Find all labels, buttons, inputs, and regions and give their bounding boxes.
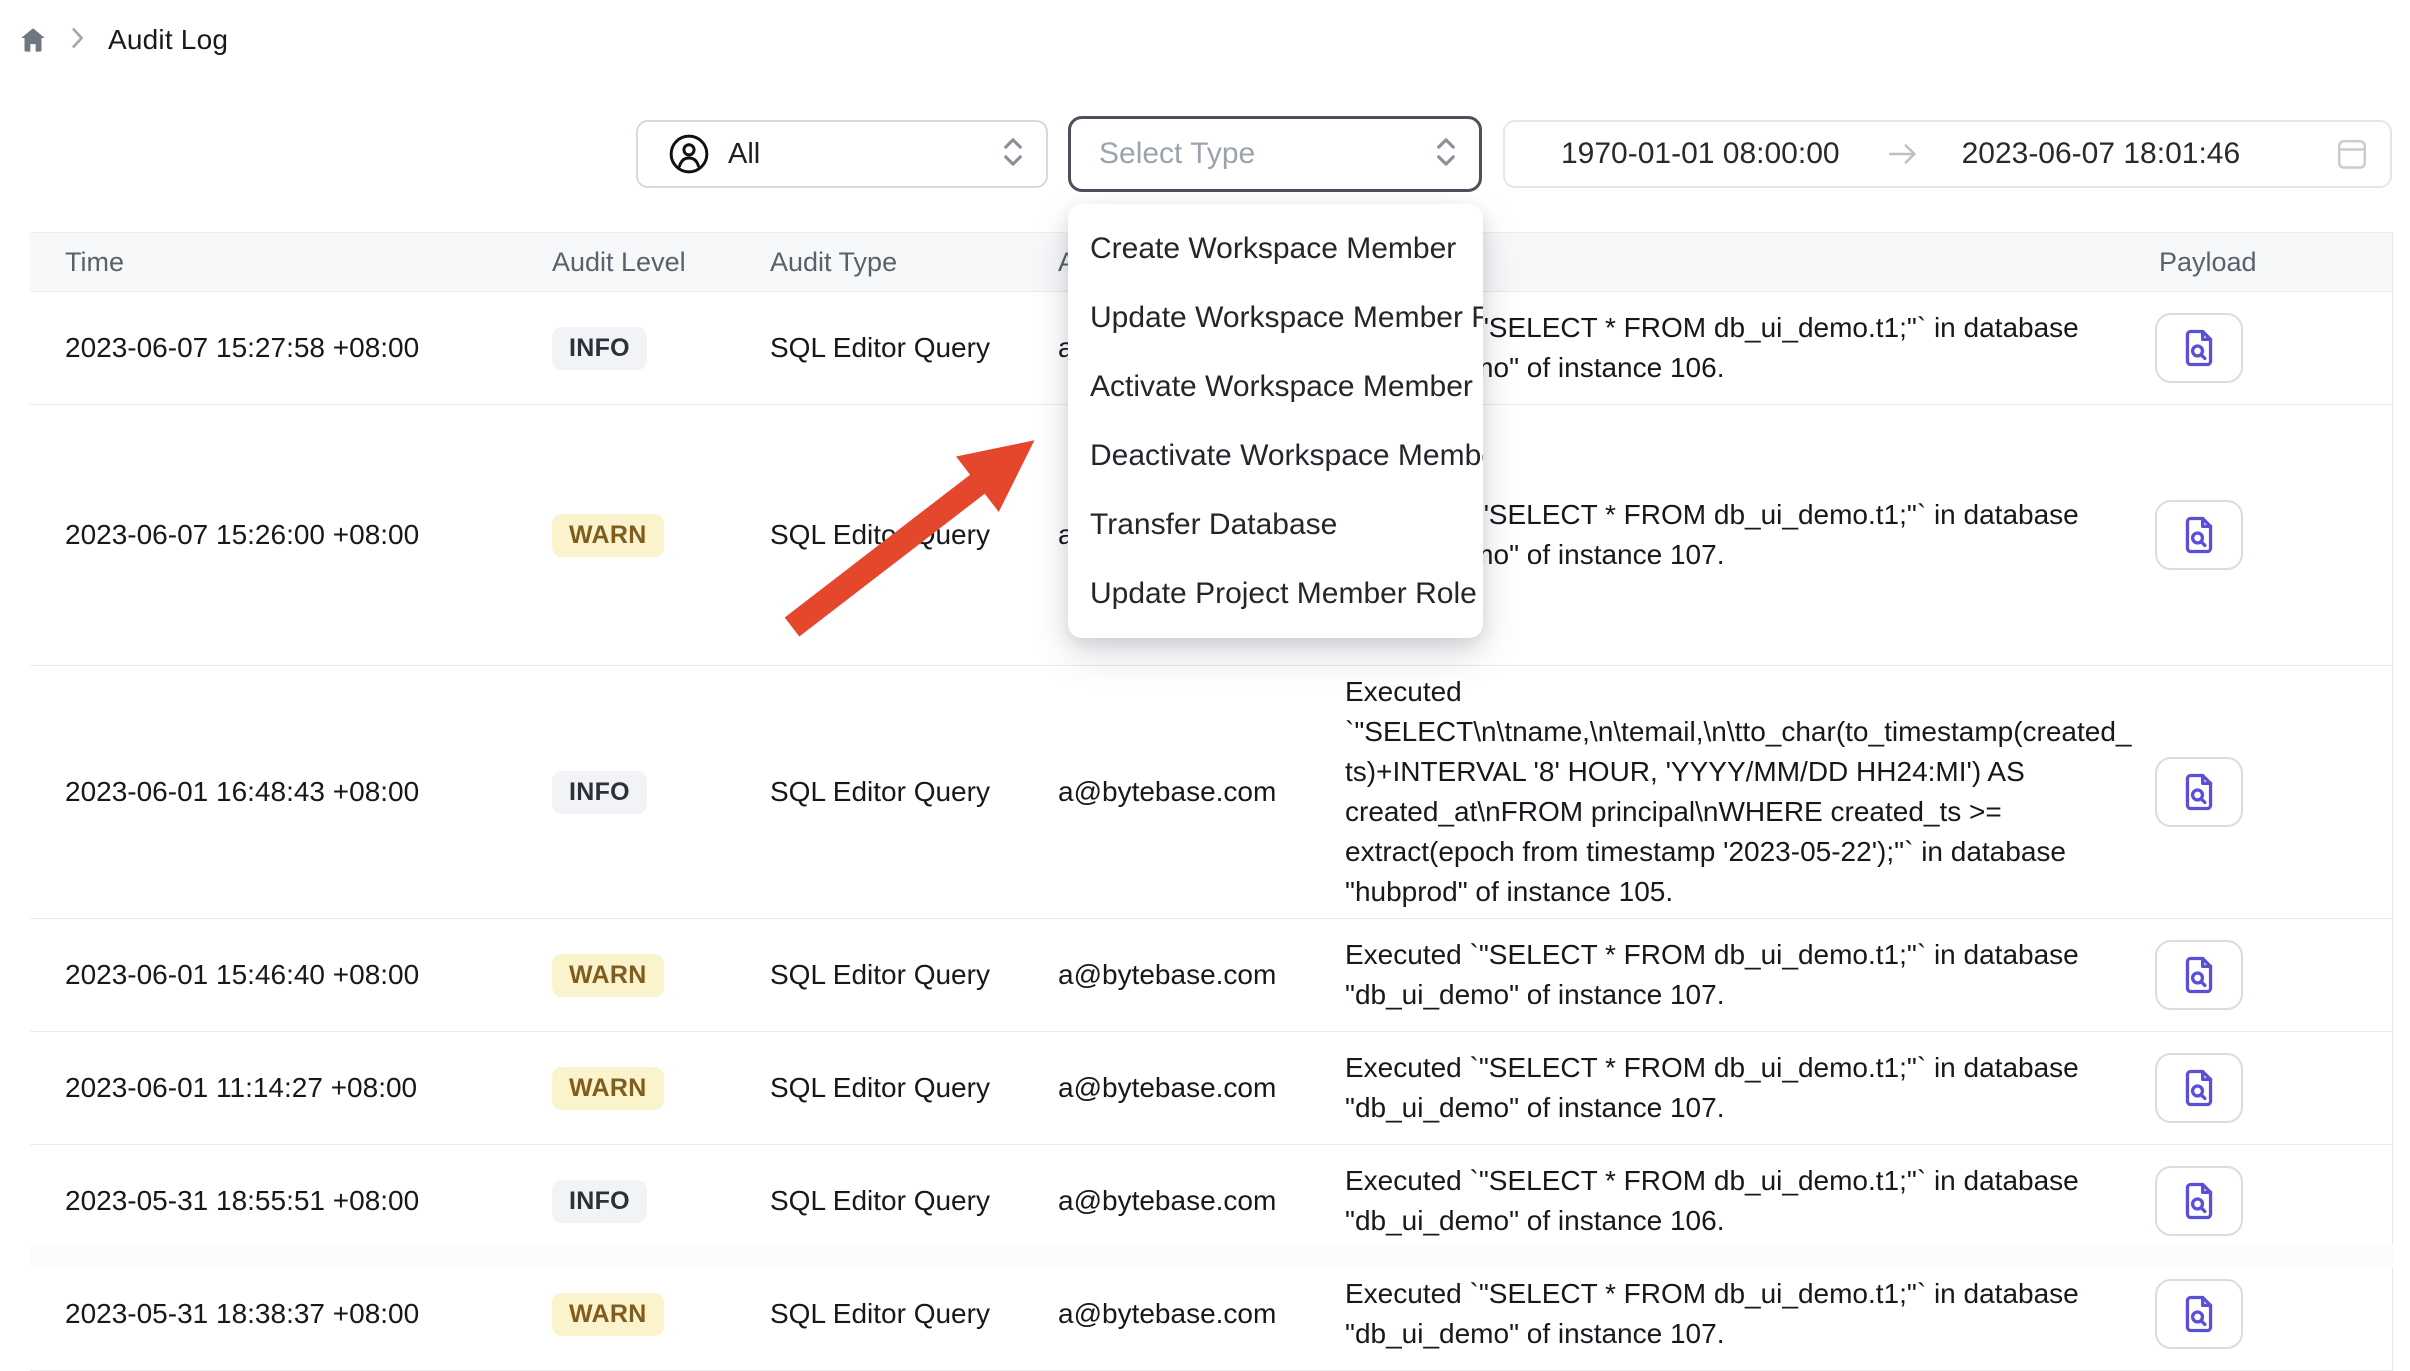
type-filter-dropdown-menu: Create Workspace Member Update Workspace… xyxy=(1068,204,1483,638)
date-range-end[interactable]: 2023-06-07 18:01:46 xyxy=(1962,137,2241,171)
view-payload-button[interactable] xyxy=(2155,757,2243,827)
menu-item-activate-workspace-member[interactable]: Activate Workspace Member xyxy=(1068,352,1483,421)
view-payload-button[interactable] xyxy=(2155,1166,2243,1236)
cell-actor: a@bytebase.com xyxy=(1058,959,1345,991)
cell-comment: Executed `"SELECT * FROM db_ui_demo.t1;"… xyxy=(1345,1274,2135,1354)
breadcrumb-chevron-icon xyxy=(70,27,86,54)
table-row: 2023-05-31 18:55:51 +08:00 INFO SQL Edit… xyxy=(30,1145,2392,1258)
cell-comment: Executed `"SELECT * FROM db_ui_demo.t1;"… xyxy=(1345,935,2135,1015)
arrow-right-icon xyxy=(1886,139,1920,169)
cell-time: 2023-06-01 11:14:27 +08:00 xyxy=(30,1072,552,1104)
cell-audit-type: SQL Editor Query xyxy=(770,959,1058,991)
table-row: 2023-06-01 15:46:40 +08:00 WARN SQL Edit… xyxy=(30,919,2392,1032)
cell-actor: a@bytebase.com xyxy=(1058,1185,1345,1217)
cell-audit-type: SQL Editor Query xyxy=(770,1185,1058,1217)
audit-level-badge: WARN xyxy=(552,1293,664,1336)
audit-level-badge: WARN xyxy=(552,1067,664,1110)
audit-level-badge: WARN xyxy=(552,954,664,997)
menu-item-update-workspace-member[interactable]: Update Workspace Member Role xyxy=(1068,283,1483,352)
table-bottom-strip xyxy=(30,1244,2393,1268)
chevron-up-down-icon xyxy=(1433,135,1459,174)
chevron-up-down-icon xyxy=(1000,135,1026,174)
cell-audit-type: SQL Editor Query xyxy=(770,776,1058,808)
cell-audit-type: SQL Editor Query xyxy=(770,332,1058,364)
col-header-audit-level: Audit Level xyxy=(552,247,770,278)
date-range-picker[interactable]: 1970-01-01 08:00:00 2023-06-07 18:01:46 xyxy=(1503,120,2392,188)
cell-time: 2023-06-07 15:27:58 +08:00 xyxy=(30,332,552,364)
view-payload-button[interactable] xyxy=(2155,1279,2243,1349)
cell-comment: Executed `"SELECT * FROM db_ui_demo.t1;"… xyxy=(1345,1161,2135,1241)
view-payload-button[interactable] xyxy=(2155,500,2243,570)
cell-actor: a@bytebase.com xyxy=(1058,776,1345,808)
cell-actor: a@bytebase.com xyxy=(1058,1072,1345,1104)
view-payload-button[interactable] xyxy=(2155,1053,2243,1123)
home-icon[interactable] xyxy=(18,25,48,55)
cell-actor: a@bytebase.com xyxy=(1058,1298,1345,1330)
cell-time: 2023-06-07 15:26:00 +08:00 xyxy=(30,519,552,551)
actor-filter-value: All xyxy=(728,138,760,171)
actor-filter-select[interactable]: All xyxy=(636,120,1048,188)
table-row: 2023-06-01 16:48:43 +08:00 INFO SQL Edit… xyxy=(30,666,2392,919)
table-row: 2023-05-31 18:38:37 +08:00 WARN SQL Edit… xyxy=(30,1258,2392,1371)
col-header-time: Time xyxy=(30,247,552,278)
view-payload-button[interactable] xyxy=(2155,313,2243,383)
cell-time: 2023-05-31 18:55:51 +08:00 xyxy=(30,1185,552,1217)
breadcrumb: Audit Log xyxy=(18,24,228,56)
menu-item-transfer-database[interactable]: Transfer Database xyxy=(1068,490,1483,559)
cell-audit-type: SQL Editor Query xyxy=(770,519,1058,551)
table-row: 2023-06-01 11:14:27 +08:00 WARN SQL Edit… xyxy=(30,1032,2392,1145)
date-range-start[interactable]: 1970-01-01 08:00:00 xyxy=(1561,137,1840,171)
audit-level-badge: INFO xyxy=(552,771,647,814)
view-payload-button[interactable] xyxy=(2155,940,2243,1010)
user-circle-icon xyxy=(668,133,710,175)
cell-time: 2023-05-31 18:38:37 +08:00 xyxy=(30,1298,552,1330)
col-header-audit-type: Audit Type xyxy=(770,247,1058,278)
page-title: Audit Log xyxy=(108,24,228,56)
menu-item-update-project-member[interactable]: Update Project Member Role xyxy=(1068,559,1483,628)
cell-comment: Executed `"SELECT * FROM db_ui_demo.t1;"… xyxy=(1345,1048,2135,1128)
cell-time: 2023-06-01 15:46:40 +08:00 xyxy=(30,959,552,991)
cell-audit-type: SQL Editor Query xyxy=(770,1072,1058,1104)
type-filter-placeholder: Select Type xyxy=(1099,137,1255,171)
cell-time: 2023-06-01 16:48:43 +08:00 xyxy=(30,776,552,808)
audit-level-badge: INFO xyxy=(552,327,647,370)
col-header-payload: Payload xyxy=(2155,247,2392,278)
menu-item-deactivate-workspace-member[interactable]: Deactivate Workspace Member xyxy=(1068,421,1483,490)
type-filter-select[interactable]: Select Type xyxy=(1068,116,1482,192)
calendar-icon xyxy=(2334,135,2370,173)
audit-level-badge: INFO xyxy=(552,1180,647,1223)
cell-comment: Executed `"SELECT\n\tname,\n\temail,\n\t… xyxy=(1345,672,2135,912)
cell-audit-type: SQL Editor Query xyxy=(770,1298,1058,1330)
menu-item-create-workspace-member[interactable]: Create Workspace Member xyxy=(1068,214,1483,283)
audit-level-badge: WARN xyxy=(552,514,664,557)
